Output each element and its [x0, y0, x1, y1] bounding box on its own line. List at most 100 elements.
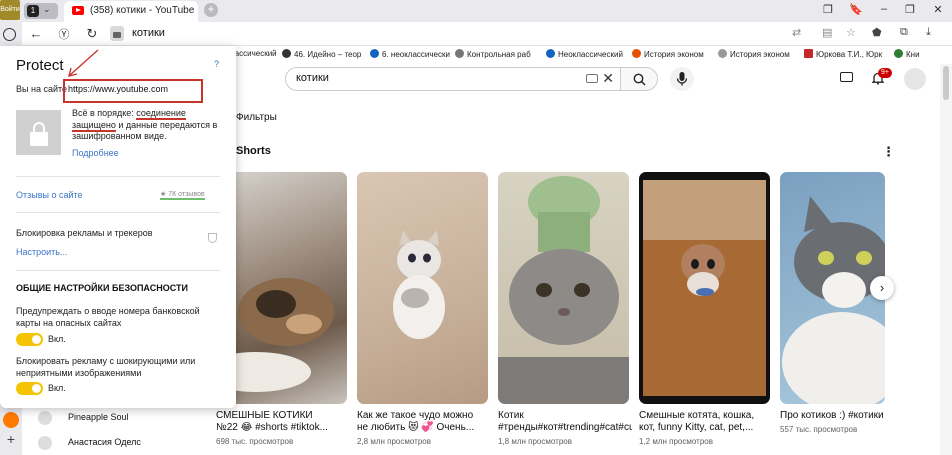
address-bar: ← Ⓨ ↻ котики ⇄ ▤ ☆ ⬟ ⧉ ⤓ — [22, 22, 952, 46]
divider — [16, 176, 220, 177]
cat-thumbnail-image — [393, 230, 445, 339]
site-url: https://www.youtube.com — [68, 84, 169, 94]
microphone-icon — [676, 72, 688, 86]
back-arrow-icon[interactable]: ← — [28, 26, 44, 41]
translate-icon[interactable]: ⇄ — [792, 26, 801, 39]
clear-search-icon[interactable]: ✕ — [602, 70, 614, 87]
short-thumbnail[interactable] — [639, 172, 770, 404]
toggle-state: Вкл. — [48, 334, 66, 344]
status-link[interactable]: соединение — [136, 108, 186, 120]
bookmarks-bar: лассический 46. Идейно – теор 6. неоклас… — [228, 46, 952, 64]
short-thumbnail[interactable] — [498, 172, 629, 404]
short-title[interactable]: Как же такое чудо можно не любить 😻 💞 Оч… — [357, 410, 477, 434]
secure-lock-icon — [16, 110, 61, 155]
scrollbar-thumb[interactable] — [943, 66, 949, 100]
filters-button[interactable]: Фильтры — [236, 112, 277, 123]
history-icon[interactable] — [3, 28, 16, 41]
bookmark-item[interactable]: История эконом — [718, 49, 790, 59]
reviews-rating[interactable]: ★ 7К отзывов — [160, 190, 205, 200]
connection-status: Всё в порядке: соединение защищено и дан… — [72, 108, 222, 143]
configure-link[interactable]: Настроить... — [16, 247, 67, 257]
short-views: 698 тыс. просмотров — [216, 437, 294, 446]
maximize-button[interactable]: ❐ — [900, 3, 920, 16]
youtube-favicon-icon — [72, 6, 84, 15]
bookmark-item[interactable]: лассический — [230, 49, 277, 58]
divider — [16, 270, 220, 271]
short-views: 1,2 млн просмотров — [639, 437, 713, 446]
option-card-warning-label: Предупреждать о вводе номера банковской … — [16, 306, 200, 328]
short-views: 1,8 млн просмотров — [498, 437, 572, 446]
search-button[interactable] — [620, 67, 658, 91]
add-panel-icon[interactable]: + — [3, 432, 19, 448]
short-title[interactable]: Про котиков :) #котики — [780, 410, 885, 422]
search-value: котики — [296, 72, 329, 84]
on-site-label: Вы на сайте — [16, 84, 68, 94]
yandex-logo-icon[interactable]: Ⓨ — [56, 26, 72, 42]
short-title[interactable]: Смешные котята, кошка, кот, funny Kitty,… — [639, 410, 759, 434]
status-link[interactable]: защищено — [72, 119, 116, 132]
alice-icon[interactable] — [3, 412, 19, 428]
lock-icon[interactable] — [110, 26, 124, 41]
shield-icon[interactable]: ⬟ — [872, 26, 882, 39]
page-scrollbar[interactable] — [940, 64, 952, 455]
create-video-icon[interactable] — [840, 72, 853, 82]
notification-count-badge: 9+ — [878, 68, 892, 78]
tab-group-button[interactable]: 1 ⌄ — [24, 3, 58, 19]
address-input[interactable]: котики — [132, 27, 165, 39]
bookmark-item[interactable]: 6. неоклассически — [370, 49, 450, 59]
voice-search-button[interactable] — [670, 67, 694, 91]
protect-popup: Protect ? Вы на сайте https://www.youtub… — [0, 46, 236, 408]
login-button[interactable]: Войти — [0, 0, 20, 20]
channel-name: Анастасия Оделс — [68, 437, 141, 447]
status-prefix: Всё в порядке: — [72, 108, 137, 118]
extensions-icon[interactable]: ⧉ — [900, 26, 908, 39]
bookmark-item[interactable]: 46. Идейно – теор — [282, 49, 361, 59]
new-tab-button[interactable]: + — [204, 3, 218, 17]
bookmark-item[interactable]: История эконом — [632, 49, 704, 59]
youtube-search-input[interactable]: котики ✕ — [285, 67, 621, 91]
short-views: 2,8 млн просмотров — [357, 437, 431, 446]
toggle-state: Вкл. — [48, 383, 66, 393]
shocking-ads-toggle[interactable] — [16, 382, 43, 395]
channel-avatar — [38, 436, 52, 450]
shorts-heading: Shorts — [236, 145, 271, 157]
short-views: 557 тыс. просмотров — [780, 425, 858, 434]
short-title[interactable]: Котик #тренды#кот#trending#cat#cute — [498, 410, 632, 434]
site-reviews-link[interactable]: Отзывы о сайте — [16, 190, 83, 200]
short-title[interactable]: СМЕШНЫЕ КОТИКИ №22 😂 #shorts #tiktok... — [216, 410, 336, 434]
tab-title: (358) котики - YouTube — [90, 5, 195, 16]
account-avatar[interactable] — [904, 68, 926, 90]
cat-thumbnail-image — [498, 176, 629, 404]
tab-youtube[interactable]: (358) котики - YouTube — [64, 1, 198, 22]
download-icon[interactable]: ⤓ — [926, 26, 931, 39]
popup-title: Protect — [16, 57, 64, 74]
bookmark-item[interactable]: Неоклассический — [546, 49, 623, 59]
minimize-button[interactable]: – — [874, 3, 894, 15]
reload-icon[interactable]: ↻ — [84, 26, 100, 42]
channel-name: Pineapple Soul — [68, 412, 129, 422]
shorts-next-button[interactable]: › — [870, 276, 894, 300]
card-warning-toggle[interactable] — [16, 333, 43, 346]
bookmark-item[interactable]: Кни — [894, 49, 920, 59]
bookmark-item[interactable]: Контрольная раб — [455, 49, 531, 59]
help-link[interactable]: ? — [214, 59, 219, 69]
keyboard-icon[interactable] — [586, 74, 598, 83]
bookmark-add-icon[interactable]: ☆ — [846, 26, 856, 39]
read-mode-icon[interactable]: ▤ — [822, 26, 832, 39]
bookmark-item[interactable]: Юркова Т.И., Юрк — [804, 49, 882, 59]
more-info-link[interactable]: Подробнее — [72, 148, 119, 158]
more-options-icon[interactable]: ⋮ — [882, 144, 895, 160]
cat-thumbnail-image — [643, 180, 766, 396]
bookmark-icon[interactable]: 🔖 — [846, 3, 866, 16]
search-icon — [633, 73, 646, 86]
section-title: ОБЩИЕ НАСТРОЙКИ БЕЗОПАСНОСТИ — [16, 283, 188, 293]
short-thumbnail[interactable] — [357, 172, 488, 404]
channel-avatar — [38, 411, 52, 425]
tab-count-badge: 1 — [27, 5, 39, 17]
chevron-down-icon: ⌄ — [43, 4, 51, 14]
tab-strip: Войти 1 ⌄ (358) котики - YouTube + ❐ 🔖 –… — [0, 0, 952, 22]
shield-icon[interactable] — [208, 233, 217, 243]
close-button[interactable]: ✕ — [928, 3, 948, 16]
option-shocking-ads-label: Блокировать рекламу с шокирующими или не… — [16, 356, 196, 378]
tabs-overview-icon[interactable]: ❐ — [818, 3, 838, 16]
